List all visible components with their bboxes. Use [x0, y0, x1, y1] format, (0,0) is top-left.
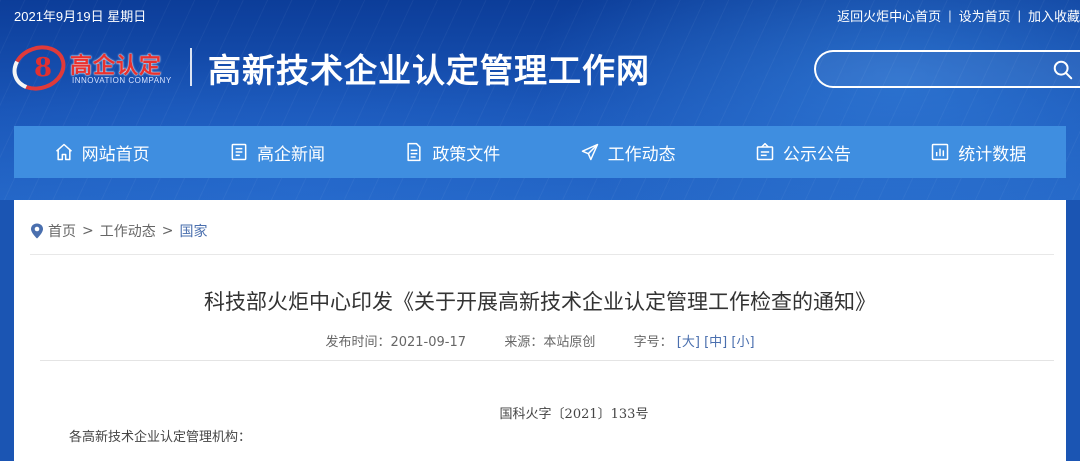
divider: [40, 360, 1054, 361]
breadcrumb-national[interactable]: 国家: [179, 221, 207, 241]
logo-subtext: INNOVATION COMPANY: [72, 76, 172, 85]
top-links: 返回火炬中心首页 | 设为首页 | 加入收藏: [837, 6, 1080, 25]
notice-icon: [756, 142, 774, 161]
breadcrumb-separator: >: [161, 223, 174, 239]
nav-label: 高企新闻: [256, 144, 325, 165]
news-icon: [231, 143, 247, 161]
separator: |: [948, 8, 952, 23]
font-size-label: 字号：: [633, 335, 673, 350]
source-label: 来源：: [504, 335, 544, 350]
search-box: [814, 50, 1080, 88]
logo-emblem-mark: 8: [34, 53, 53, 83]
nav-item-announcements[interactable]: 公示公告: [715, 126, 890, 178]
published-label: 发布时间：: [325, 335, 391, 350]
breadcrumb-separator: >: [82, 223, 94, 239]
article-meta: 发布时间：2021-09-17 来源：本站原创 字号： [大] [中] [小]: [14, 331, 1066, 350]
document-icon: [407, 142, 421, 162]
nav-label: 统计数据: [958, 144, 1027, 165]
article-card: 首页 > 工作动态 > 国家 科技部火炬中心印发《关于开展高新技术企业认定管理工…: [14, 200, 1066, 461]
site-logo[interactable]: 8 高企认定 INNOVATION COMPANY: [6, 38, 182, 98]
search-icon[interactable]: [1052, 59, 1074, 81]
separator: |: [1017, 8, 1021, 23]
nav-label: 政策文件: [432, 144, 501, 165]
add-favorite-link[interactable]: 加入收藏: [1028, 6, 1080, 25]
breadcrumb: 首页 > 工作动态 > 国家: [30, 221, 207, 241]
source-value: 本站原创: [543, 335, 596, 350]
divider: [30, 254, 1054, 255]
nav-item-work-updates[interactable]: 工作动态: [540, 126, 715, 178]
site-title: 高新技术企业认定管理工作网: [208, 51, 650, 90]
font-size-small-button[interactable]: [小]: [731, 335, 754, 350]
nav-item-policy[interactable]: 政策文件: [365, 126, 540, 178]
nav-label: 网站首页: [81, 144, 150, 165]
document-number: 国科火字〔2021〕133号: [499, 407, 649, 422]
breadcrumb-work-updates[interactable]: 工作动态: [100, 221, 156, 241]
article-title: 科技部火炬中心印发《关于开展高新技术企业认定管理工作检查的通知》: [204, 290, 876, 314]
home-icon: [55, 143, 72, 161]
send-icon: [581, 143, 598, 161]
salutation: 各高新技术企业认定管理机构：: [69, 430, 252, 445]
set-homepage-link[interactable]: 设为首页: [959, 6, 1011, 25]
nav-item-home[interactable]: 网站首页: [14, 126, 189, 178]
back-to-torch-center-link[interactable]: 返回火炬中心首页: [837, 6, 941, 25]
location-pin-icon: [31, 223, 43, 239]
nav-label: 公示公告: [782, 144, 851, 165]
published-date: 2021-09-17: [390, 335, 467, 350]
top-bar: 2021年9月19日 星期日 返回火炬中心首页 | 设为首页 | 加入收藏: [0, 0, 1080, 28]
nav-item-news[interactable]: 高企新闻: [189, 126, 364, 178]
chart-icon: [932, 143, 949, 161]
font-size-large-button[interactable]: [大]: [677, 335, 700, 350]
search-input[interactable]: [830, 58, 1030, 80]
font-size-medium-button[interactable]: [中]: [704, 335, 727, 350]
nav-label: 工作动态: [607, 144, 676, 165]
logo-divider: [190, 48, 192, 86]
nav-item-statistics[interactable]: 统计数据: [891, 126, 1066, 178]
breadcrumb-home[interactable]: 首页: [48, 221, 76, 241]
current-date: 2021年9月19日 星期日: [14, 9, 147, 24]
main-nav: 网站首页 高企新闻 政策文件 工作动态 公示公告 统计数据: [14, 126, 1066, 178]
